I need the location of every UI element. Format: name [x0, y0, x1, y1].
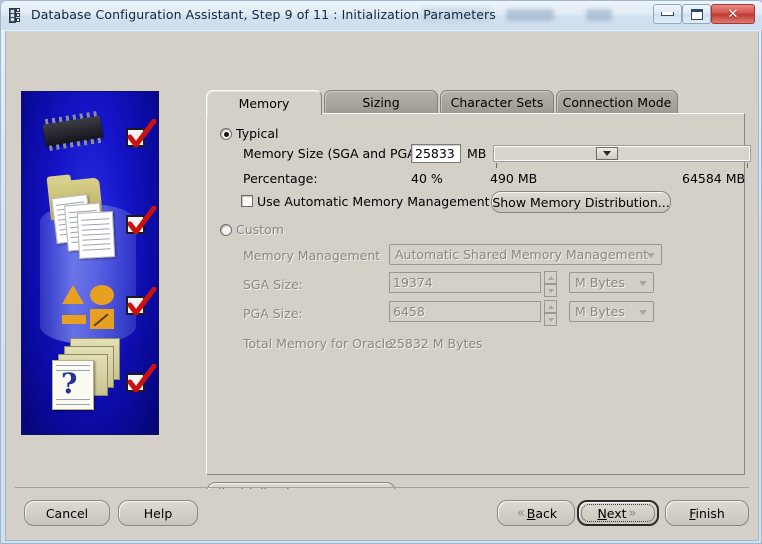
close-button[interactable]: ✕ — [711, 4, 755, 24]
titlebar-ghost-2 — [506, 9, 554, 21]
shapes-tile-icon — [62, 285, 114, 329]
custom-radio[interactable] — [220, 224, 232, 236]
button-label: Cancel — [45, 505, 89, 521]
step-checkmark-icon — [126, 119, 157, 149]
tab-memory[interactable]: Memory — [206, 90, 322, 115]
pga-size-unit-value: M Bytes — [575, 304, 625, 319]
title-bar[interactable]: Database Configuration Assistant, Step 9… — [1, 1, 762, 30]
tab-label: Sizing — [362, 95, 400, 110]
stepper-up-icon[interactable] — [544, 300, 557, 313]
total-memory-value: 25832 M Bytes — [389, 336, 483, 351]
window-title: Database Configuration Assistant, Step 9… — [31, 7, 496, 22]
slider-min-label: 490 MB — [490, 171, 538, 186]
chevron-down-icon — [639, 309, 647, 315]
tab-character-sets[interactable]: Character Sets — [440, 90, 554, 114]
button-label: Next — [597, 505, 627, 521]
show-memory-distribution-button[interactable]: Show Memory Distribution... — [491, 191, 671, 213]
button-label: Back — [526, 505, 558, 521]
chevron-down-icon — [647, 252, 655, 258]
chevron-right-icon: » — [628, 505, 637, 521]
memory-size-slider-thumb[interactable] — [596, 147, 619, 160]
sga-size-unit-select[interactable]: M Bytes — [569, 272, 654, 293]
slider-thumb-arrow-icon — [603, 151, 612, 156]
minimize-button[interactable] — [653, 4, 682, 24]
custom-label: Custom — [236, 222, 284, 237]
stepper-up-icon[interactable] — [544, 271, 557, 284]
step-checkmark-icon — [126, 364, 157, 394]
next-button[interactable]: Next » — [577, 500, 659, 526]
memory-size-input[interactable]: 25833 — [411, 144, 461, 163]
question-document-icon: ? — [52, 360, 94, 410]
button-label: Show Memory Distribution... — [492, 194, 670, 210]
slider-tick-min — [496, 163, 497, 168]
help-button[interactable]: Help — [118, 500, 198, 526]
application-window: Database Configuration Assistant, Step 9… — [0, 0, 762, 544]
stepper-down-icon[interactable] — [544, 284, 557, 297]
percentage-value: 40 % — [411, 171, 443, 186]
typical-label: Typical — [236, 126, 279, 141]
tab-sizing[interactable]: Sizing — [324, 90, 438, 114]
oracle-dbca-illustration: ? — [21, 91, 159, 435]
memory-management-value: Automatic Shared Memory Management — [395, 247, 649, 262]
dialog-client-area: ? Memory Sizing Character Sets Connectio… — [5, 31, 759, 541]
slider-max-label: 64584 MB — [682, 171, 746, 186]
pga-size-stepper[interactable] — [544, 300, 557, 326]
maximize-button[interactable] — [682, 4, 711, 24]
memory-size-unit-label: MB — [467, 146, 487, 161]
slider-tick-max — [747, 163, 748, 168]
total-memory-label: Total Memory for Oracle: — [243, 336, 398, 351]
button-label: Help — [143, 505, 173, 521]
pga-size-unit-select[interactable]: M Bytes — [569, 301, 654, 322]
tab-label: Connection Mode — [562, 95, 672, 110]
memory-management-select[interactable]: Automatic Shared Memory Management — [389, 244, 662, 265]
document-sheet-icon — [76, 211, 116, 259]
pga-size-input[interactable]: 6458 — [389, 301, 541, 322]
pga-size-label: PGA Size: — [243, 306, 303, 321]
cancel-button[interactable]: Cancel — [24, 500, 110, 526]
back-button[interactable]: « Back — [497, 500, 575, 526]
memory-size-label: Memory Size (SGA and PGA): — [243, 146, 425, 161]
maximize-icon — [683, 5, 710, 23]
sga-size-unit-value: M Bytes — [575, 275, 625, 290]
sga-size-input[interactable]: 19374 — [389, 272, 541, 293]
database-assistant-icon — [9, 8, 20, 23]
automatic-memory-management-label: Use Automatic Memory Management — [257, 194, 490, 209]
memory-size-slider[interactable] — [493, 145, 751, 162]
dialog-footer: Cancel Help « Back Next » Finish — [6, 489, 758, 540]
tab-label: Memory — [238, 95, 290, 111]
percentage-label: Percentage: — [243, 171, 318, 186]
stepper-down-icon[interactable] — [544, 313, 557, 326]
automatic-memory-management-checkbox[interactable] — [241, 195, 253, 207]
memory-tab-panel — [206, 113, 745, 475]
step-checkmark-icon — [126, 287, 157, 317]
tab-connection-mode[interactable]: Connection Mode — [556, 90, 678, 114]
memory-management-label: Memory Management — [243, 248, 381, 263]
chevron-down-icon — [639, 280, 647, 286]
chevron-left-icon: « — [516, 505, 525, 521]
sga-size-stepper[interactable] — [544, 271, 557, 297]
sga-size-label: SGA Size: — [243, 277, 304, 292]
step-checkmark-icon — [126, 206, 157, 236]
memory-chip-icon — [42, 115, 104, 147]
tab-label: Character Sets — [450, 95, 544, 110]
minimize-icon — [654, 5, 681, 23]
typical-radio[interactable] — [220, 128, 232, 140]
finish-button[interactable]: Finish — [665, 500, 749, 526]
titlebar-ghost-3 — [586, 9, 612, 21]
button-label: Finish — [689, 505, 725, 521]
dialog-content: ? Memory Sizing Character Sets Connectio… — [6, 32, 758, 505]
close-icon: ✕ — [727, 6, 739, 22]
